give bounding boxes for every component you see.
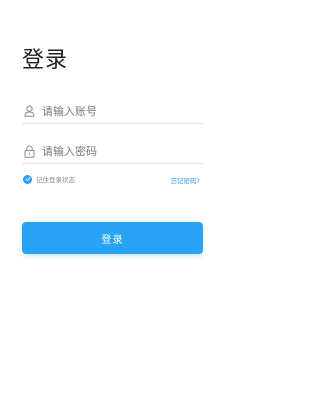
remember-label: 记住登录状态 [36,176,75,184]
page-title: 登录 [22,48,69,73]
password-input[interactable] [42,142,192,160]
password-field [22,139,203,164]
remember-login[interactable]: 记住登录状态 [22,174,75,184]
forgot-password-link[interactable]: 忘记密码? [171,175,200,185]
login-screen: 登录 记住登录状态 忘记密码? 登录 [0,0,225,400]
check-icon[interactable] [23,174,32,184]
login-button[interactable]: 登录 [22,222,203,254]
account-field [22,99,203,124]
user-icon [23,104,35,118]
lock-icon [23,144,35,158]
account-input[interactable] [42,102,192,120]
